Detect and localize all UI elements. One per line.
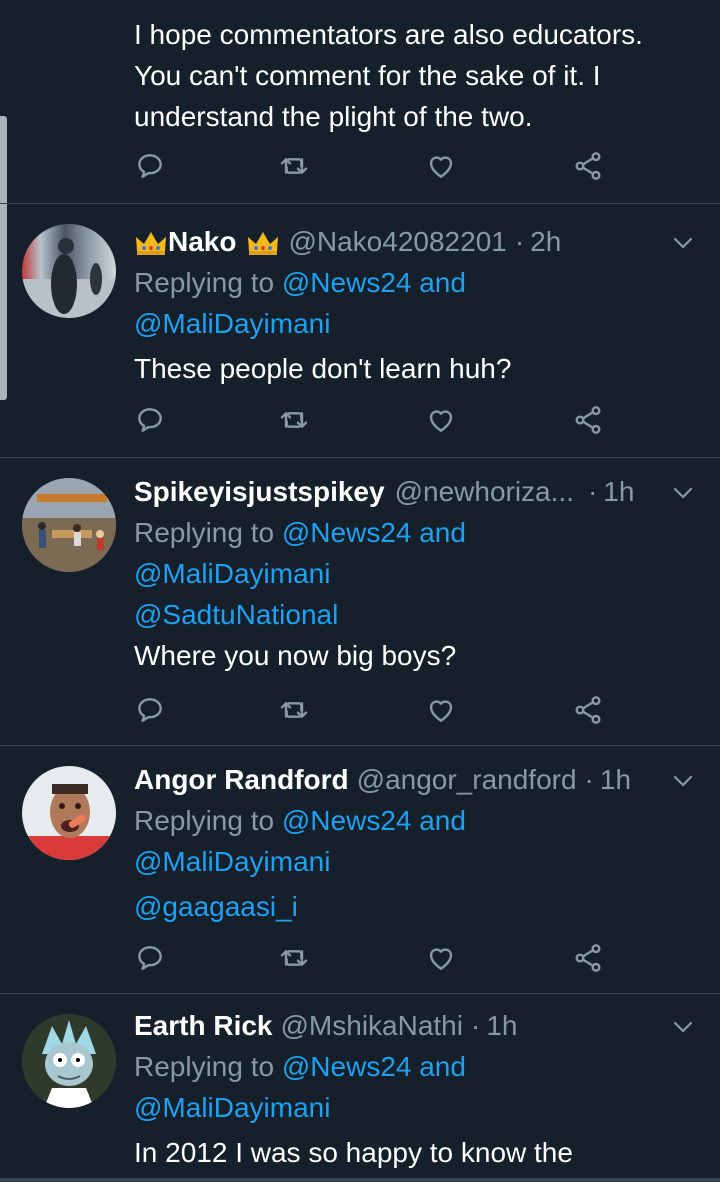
share-icon[interactable] bbox=[572, 150, 604, 182]
chevron-down-icon[interactable] bbox=[670, 480, 696, 506]
tweet-item[interactable]: I hope commentators are also educators. … bbox=[0, 0, 720, 204]
replying-to-link[interactable]: @News24 and bbox=[282, 517, 466, 548]
replying-to-link[interactable]: @MaliDayimani bbox=[134, 841, 700, 882]
mention-link[interactable]: @gaagaasi_i bbox=[134, 886, 700, 927]
crown-emoji bbox=[134, 227, 168, 257]
timestamp[interactable]: 2h bbox=[530, 222, 561, 262]
replying-to-link[interactable]: @MaliDayimani bbox=[134, 553, 700, 594]
retweet-icon[interactable] bbox=[278, 150, 310, 182]
replying-to-link[interactable]: @SadtuNational bbox=[134, 594, 700, 635]
share-icon[interactable] bbox=[572, 942, 604, 974]
replying-to-link[interactable]: @MaliDayimani bbox=[134, 1087, 700, 1128]
replying-to-label: Replying to bbox=[134, 267, 275, 298]
replying-to-label: Replying to bbox=[134, 517, 275, 548]
retweet-icon[interactable] bbox=[278, 694, 310, 726]
chevron-down-icon[interactable] bbox=[670, 1014, 696, 1040]
crown-emoji bbox=[246, 227, 280, 257]
tweet-item[interactable]: Spikeyisjustspikey @newhoriza... · 1h Re… bbox=[0, 458, 720, 746]
user-handle[interactable]: @MshikaNathi bbox=[281, 1006, 463, 1046]
reply-icon[interactable] bbox=[134, 404, 166, 436]
tweet-text-line: understand the plight of the two. bbox=[134, 101, 533, 132]
timestamp[interactable]: 1h bbox=[600, 760, 631, 800]
avatar[interactable] bbox=[22, 224, 116, 318]
separator-dot: · bbox=[514, 226, 525, 257]
heart-icon[interactable] bbox=[425, 694, 457, 726]
replying-to-label: Replying to bbox=[134, 1051, 275, 1082]
display-name[interactable]: Angor Randford bbox=[134, 760, 349, 800]
chevron-down-icon[interactable] bbox=[670, 768, 696, 794]
share-icon[interactable] bbox=[572, 404, 604, 436]
avatar[interactable] bbox=[22, 1014, 116, 1108]
tweet-item[interactable]: Earth Rick @MshikaNathi · 1h Replying to… bbox=[0, 994, 720, 1182]
reply-icon[interactable] bbox=[134, 694, 166, 726]
separator-dot: · bbox=[587, 476, 598, 507]
tweet-actions bbox=[134, 694, 614, 730]
tweet-text: These people don't learn huh? bbox=[134, 353, 512, 384]
heart-icon[interactable] bbox=[425, 150, 457, 182]
reply-icon[interactable] bbox=[134, 150, 166, 182]
tweet-item[interactable]: Nako @Nako42082201 · 2h Replying to @New… bbox=[0, 204, 720, 458]
tweet-text: In 2012 I was so happy to know the bbox=[134, 1137, 573, 1168]
divider bbox=[0, 1178, 720, 1182]
tweet-text-line: I hope commentators are also educators. bbox=[134, 19, 643, 50]
separator-dot: · bbox=[470, 1010, 481, 1041]
replying-to-link[interactable]: @MaliDayimani bbox=[134, 303, 700, 344]
avatar[interactable] bbox=[22, 478, 116, 572]
display-name[interactable]: Earth Rick bbox=[134, 1006, 273, 1046]
chevron-down-icon[interactable] bbox=[670, 230, 696, 256]
timestamp[interactable]: 1h bbox=[603, 472, 634, 512]
share-icon[interactable] bbox=[572, 694, 604, 726]
user-handle[interactable]: @Nako42082201 bbox=[288, 222, 506, 262]
tweet-actions bbox=[134, 942, 614, 978]
retweet-icon[interactable] bbox=[278, 942, 310, 974]
retweet-icon[interactable] bbox=[278, 404, 310, 436]
tweet-item[interactable]: Angor Randford @angor_randford · 1h Repl… bbox=[0, 746, 720, 994]
user-handle[interactable]: @angor_randford bbox=[357, 760, 577, 800]
heart-icon[interactable] bbox=[425, 942, 457, 974]
avatar[interactable] bbox=[22, 766, 116, 860]
reply-icon[interactable] bbox=[134, 942, 166, 974]
tweet-actions bbox=[134, 404, 614, 440]
separator-dot: · bbox=[584, 764, 594, 795]
replying-to-link[interactable]: @News24 and bbox=[282, 267, 466, 298]
tweet-text: Where you now big boys? bbox=[134, 640, 457, 671]
display-name[interactable]: Spikeyisjustspikey bbox=[134, 472, 385, 512]
display-name[interactable]: Nako bbox=[168, 222, 236, 262]
replying-to-link[interactable]: @News24 and bbox=[282, 1051, 466, 1082]
heart-icon[interactable] bbox=[425, 404, 457, 436]
replying-to-label: Replying to bbox=[134, 805, 275, 836]
timestamp[interactable]: 1h bbox=[486, 1006, 517, 1046]
tweet-text-line: You can't comment for the sake of it. I bbox=[134, 60, 601, 91]
replying-to-link[interactable]: @News24 and bbox=[282, 805, 466, 836]
tweet-actions bbox=[134, 150, 614, 186]
user-handle[interactable]: @newhoriza... bbox=[395, 472, 574, 512]
